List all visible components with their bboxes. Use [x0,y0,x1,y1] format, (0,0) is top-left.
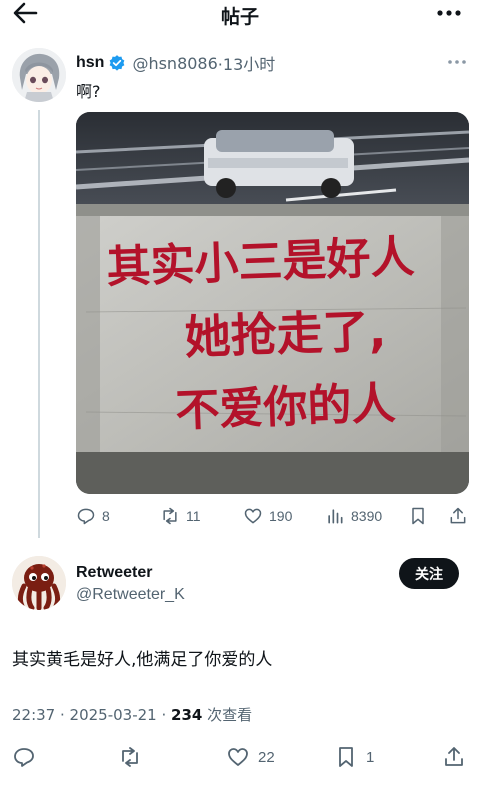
bookmark-icon [339,747,353,767]
reply-text: 其实黄毛是好人,他满足了你爱的人 [12,650,273,670]
retweet-count: 11 [186,508,201,524]
post-image[interactable]: 其实小三是好人 她抢走了, 不爱你的人 [76,112,469,494]
views-button[interactable]: 8390 [325,503,382,529]
reply-button[interactable]: 8 [76,503,110,529]
verified-badge-icon [110,55,125,71]
post-time: ·13小时 [217,55,276,74]
reply-like-button[interactable]: 22 [226,742,275,772]
thread-connector-line [38,110,40,538]
reply-author-handle[interactable]: @Retweeter_K [76,586,185,604]
page-title: 帖子 [220,6,259,28]
views-count: 8390 [351,508,383,524]
post-more-icon[interactable] [446,54,468,70]
bookmark-button[interactable] [408,503,434,529]
post-author-row: hsn @hsn8086 ·13小时 [76,53,276,75]
post-text: 啊? [76,82,101,101]
reply-count: 8 [102,508,110,524]
reply-views-label: 次查看 [202,706,253,724]
share-icon [450,507,466,524]
reply-icon [77,508,95,525]
reply-view-count: 234 [171,706,203,724]
share-button[interactable] [448,503,474,529]
reply-like-count: 22 [258,748,275,766]
avatar[interactable] [12,48,66,102]
octopus-avatar-icon [12,556,66,610]
top-bar: 帖子 [0,0,480,28]
share-icon [445,747,463,766]
post-author-name[interactable]: hsn [76,54,104,72]
heart-icon [244,508,262,524]
reply-timestamp: 22:37 · 2025-03-21 · [12,706,172,724]
retweet-icon [122,747,138,767]
graffiti-line-2: 她抢走了, [184,304,387,365]
reply-bookmark-button[interactable]: 1 [334,742,374,772]
reply-retweet-button[interactable] [118,742,150,772]
more-options-icon[interactable] [434,1,464,25]
reply-action-bar: 22 1 [12,742,470,772]
heart-icon [228,748,248,766]
retweet-icon [163,507,177,525]
reply-meta: 22:37 · 2025-03-21 · 234 次查看 [12,704,252,725]
reply-bookmark-count: 1 [366,748,375,766]
post-author-handle[interactable]: @hsn8086 [132,54,217,73]
follow-button[interactable]: 关注 [399,558,459,589]
reply-share-button[interactable] [442,742,474,772]
reply-comment-button[interactable] [12,742,44,772]
views-chart-icon [328,509,343,524]
reply-author-name[interactable]: Retweeter [76,564,152,582]
like-count: 190 [269,508,293,524]
anime-avatar-icon [12,48,66,102]
like-button[interactable]: 190 [243,503,292,529]
graffiti-line-1: 其实小三是好人 [106,232,416,294]
graffiti-line-3: 不爱你的人 [175,378,397,437]
retweet-button[interactable]: 11 [160,503,201,529]
bookmark-icon [412,507,424,525]
reply-avatar[interactable] [12,556,66,610]
post-action-bar: 8 11 190 8390 [76,503,470,529]
reply-icon [14,748,34,767]
